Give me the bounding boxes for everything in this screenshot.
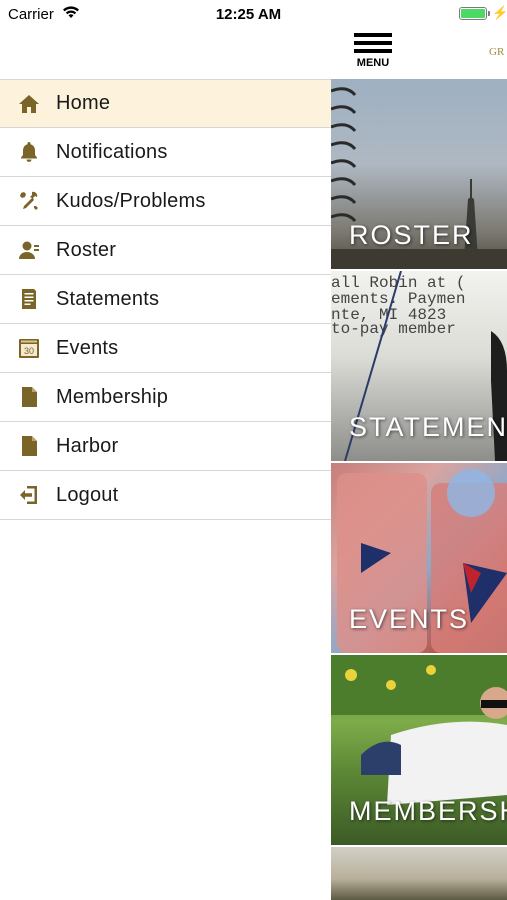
battery-icon bbox=[459, 7, 487, 20]
tile-statements[interactable]: all Robin at ( ements. Paymen nte, MI 48… bbox=[331, 271, 507, 461]
drawer-item-kudos-problems[interactable]: Kudos/Problems bbox=[0, 177, 331, 226]
charging-icon: ⚡ bbox=[492, 5, 507, 20]
person-icon bbox=[0, 226, 56, 275]
tile-label: STATEMENTS bbox=[349, 412, 507, 442]
calendar-icon: 30 bbox=[0, 324, 56, 373]
svg-text:to-pay member: to-pay member bbox=[331, 320, 456, 338]
drawer-item-statements[interactable]: Statements bbox=[0, 275, 331, 324]
hamburger-icon bbox=[354, 33, 392, 37]
tile-more[interactable] bbox=[331, 847, 507, 900]
drawer-item-events[interactable]: 30 Events bbox=[0, 324, 331, 373]
tile-label: MEMBERSHIP bbox=[349, 796, 507, 826]
drawer-item-label: Kudos/Problems bbox=[56, 189, 206, 212]
drawer-item-label: Home bbox=[56, 92, 111, 114]
drawer-menu: Home Notifications Kudos/Problems Roster… bbox=[0, 79, 331, 520]
brand-text: GR bbox=[489, 46, 505, 58]
drawer-item-membership[interactable]: Membership bbox=[0, 373, 331, 422]
tile-roster[interactable]: ROSTER bbox=[331, 79, 507, 269]
drawer-item-label: Membership bbox=[56, 385, 169, 408]
drawer-item-label: Statements bbox=[56, 287, 160, 310]
menu-label: MENU bbox=[356, 57, 390, 69]
document-lines-icon bbox=[0, 275, 56, 324]
drawer-item-label: Harbor bbox=[56, 434, 119, 457]
logout-icon bbox=[0, 471, 56, 520]
status-bar: Carrier 12:25 AM ⚡ bbox=[0, 0, 507, 28]
menu-button[interactable]: MENU bbox=[354, 33, 394, 69]
hamburger-bar bbox=[354, 49, 392, 53]
drawer-item-label: Roster bbox=[56, 238, 117, 261]
tile-events[interactable]: EVENTS bbox=[331, 463, 507, 653]
hamburger-bar bbox=[354, 41, 392, 45]
tile-label: ROSTER bbox=[349, 220, 474, 250]
main-panel: MENU GR ROSTER all Robin at ( ements. Pa… bbox=[331, 0, 507, 900]
clock: 12:25 AM bbox=[215, 6, 282, 23]
drawer-item-notifications[interactable]: Notifications bbox=[0, 128, 331, 177]
svg-text:30: 30 bbox=[24, 346, 34, 356]
drawer-item-label: Logout bbox=[56, 483, 119, 506]
home-icon bbox=[0, 79, 56, 128]
drawer-item-harbor[interactable]: Harbor bbox=[0, 422, 331, 471]
file-icon bbox=[0, 422, 56, 471]
tile-membership[interactable]: MEMBERSHIP bbox=[331, 655, 507, 845]
tile-label: EVENTS bbox=[349, 604, 470, 634]
side-drawer: Home Notifications Kudos/Problems Roster… bbox=[0, 0, 331, 900]
file-icon bbox=[0, 373, 56, 422]
drawer-item-label: Events bbox=[56, 336, 119, 359]
bell-icon bbox=[0, 128, 56, 177]
drawer-item-home[interactable]: Home bbox=[0, 79, 331, 128]
tools-icon bbox=[0, 177, 56, 226]
drawer-item-roster[interactable]: Roster bbox=[0, 226, 331, 275]
drawer-item-label: Notifications bbox=[56, 140, 168, 163]
battery-tip bbox=[488, 11, 490, 16]
drawer-item-logout[interactable]: Logout bbox=[0, 471, 331, 520]
